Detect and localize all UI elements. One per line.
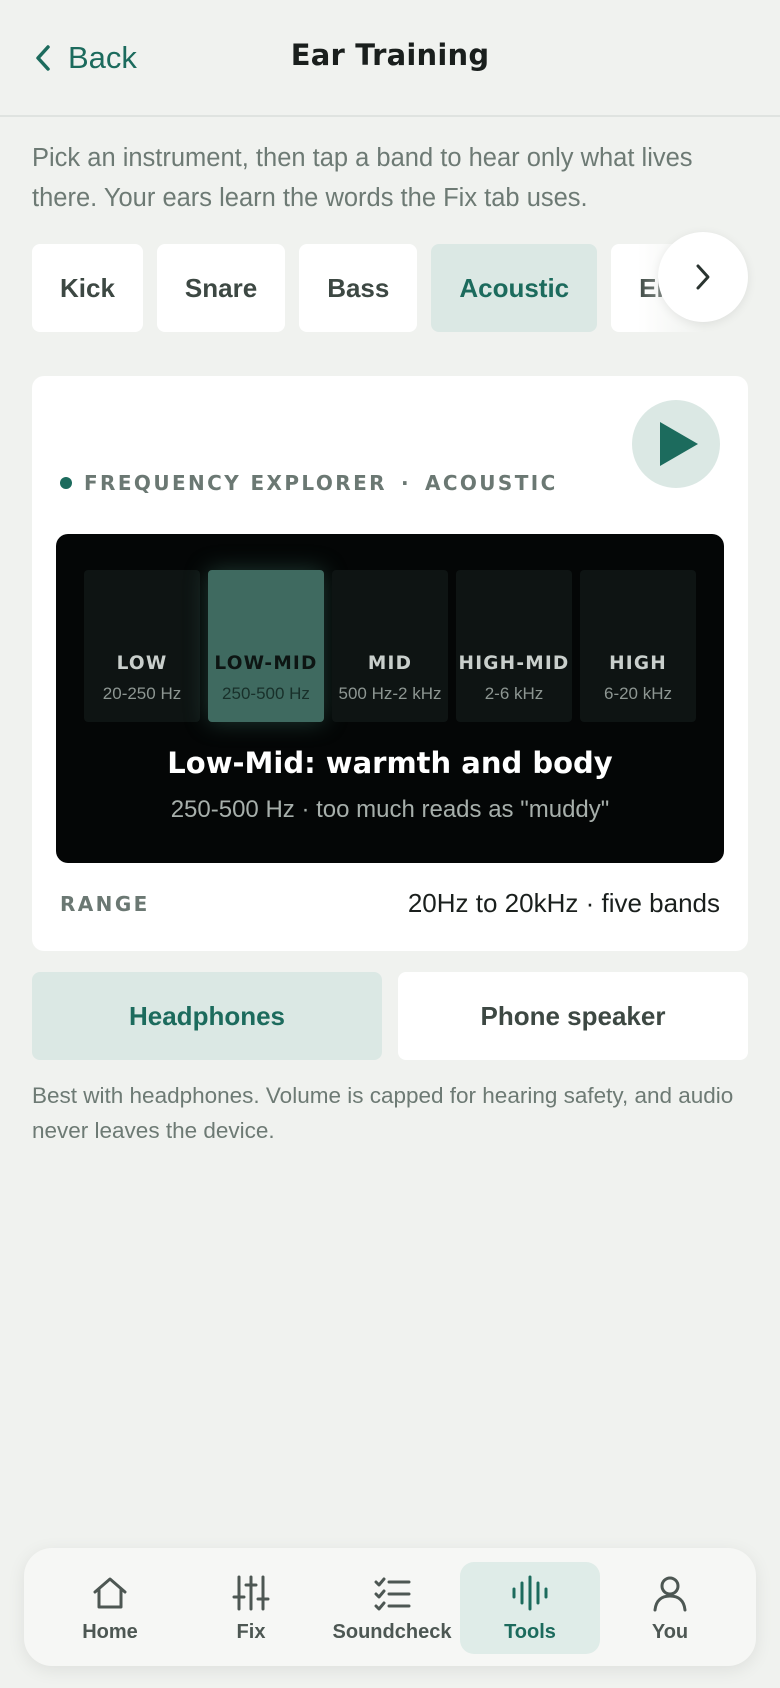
band-display: LOW 20-250 Hz LOW-MID 250-500 Hz MID 500… — [56, 534, 724, 863]
explorer-title: FREQUENCY EXPLORER — [84, 471, 387, 495]
waveform-icon — [512, 1575, 548, 1610]
chevron-right-icon — [696, 264, 710, 290]
band-name: MID — [367, 653, 413, 674]
tab-label: Soundcheck — [332, 1620, 452, 1643]
intro-text: Pick an instrument, then tap a band to h… — [32, 144, 693, 212]
headphones-button[interactable]: Headphones — [32, 972, 382, 1060]
band-name: HIGH — [609, 653, 667, 674]
range-value: 20Hz to 20kHz · five bands — [407, 888, 720, 918]
chip-bass[interactable]: Bass — [299, 244, 418, 332]
band-low-mid[interactable]: LOW-MID 250-500 Hz — [208, 570, 324, 722]
explorer-heading: FREQUENCY EXPLORER · ACOUSTIC — [60, 469, 558, 497]
checklist-icon — [374, 1577, 411, 1610]
chip-acoustic[interactable]: Acoustic — [431, 244, 598, 332]
band-selector: LOW 20-250 Hz LOW-MID 250-500 Hz MID 500… — [84, 570, 696, 722]
bottom-tab-bar: Home Fix Soundcheck Tools You — [24, 1548, 756, 1666]
play-icon — [660, 422, 698, 466]
band-high[interactable]: HIGH 6-20 kHz — [580, 570, 696, 722]
band-high-mid[interactable]: HIGH-MID 2-6 kHz — [456, 570, 572, 722]
page-title: Ear Training — [290, 38, 490, 72]
range-label: RANGE — [60, 892, 150, 916]
tab-fix[interactable]: Fix — [181, 1562, 321, 1654]
selected-band-title: Low-Mid: warmth and body — [167, 746, 613, 780]
explorer-separator: · — [400, 471, 411, 495]
tab-you[interactable]: You — [600, 1562, 740, 1654]
tab-label: Home — [82, 1620, 138, 1643]
selected-band-detail: 250-500 Hz · too much reads as "muddy" — [170, 796, 610, 823]
band-name: HIGH-MID — [458, 653, 570, 674]
scroll-chips-right-button[interactable] — [658, 232, 748, 322]
band-range: 500 Hz-2 kHz — [338, 684, 442, 703]
phone-speaker-button[interactable]: Phone speaker — [398, 972, 748, 1060]
top-bar: Back Ear Training — [0, 0, 780, 117]
home-icon — [93, 1577, 127, 1608]
tab-label: Fix — [236, 1620, 266, 1643]
band-range: 250-500 Hz — [222, 684, 310, 703]
band-mid[interactable]: MID 500 Hz-2 kHz — [332, 570, 448, 722]
user-icon — [653, 1576, 687, 1611]
sliders-icon — [232, 1575, 270, 1610]
band-name: LOW — [116, 653, 168, 674]
band-name: LOW-MID — [214, 653, 318, 674]
play-button[interactable] — [632, 400, 720, 488]
tab-soundcheck[interactable]: Soundcheck — [322, 1562, 462, 1654]
chip-snare[interactable]: Snare — [156, 244, 286, 332]
safety-note: Best with headphones. Volume is capped f… — [32, 1083, 734, 1143]
tab-home[interactable]: Home — [40, 1562, 180, 1654]
band-range: 6-20 kHz — [603, 684, 673, 703]
instrument-chip-row: Kick Snare Bass Acoustic Electric — [32, 244, 748, 332]
status-dot — [60, 477, 72, 489]
explorer-instrument: ACOUSTIC — [424, 471, 558, 495]
band-range: 20-250 Hz — [102, 684, 182, 703]
chip-kick[interactable]: Kick — [32, 244, 143, 332]
tab-label: Tools — [504, 1620, 556, 1643]
tab-tools[interactable]: Tools — [460, 1562, 600, 1654]
tab-label: You — [651, 1620, 689, 1643]
band-low[interactable]: LOW 20-250 Hz — [84, 570, 200, 722]
band-range: 2-6 kHz — [484, 684, 544, 703]
